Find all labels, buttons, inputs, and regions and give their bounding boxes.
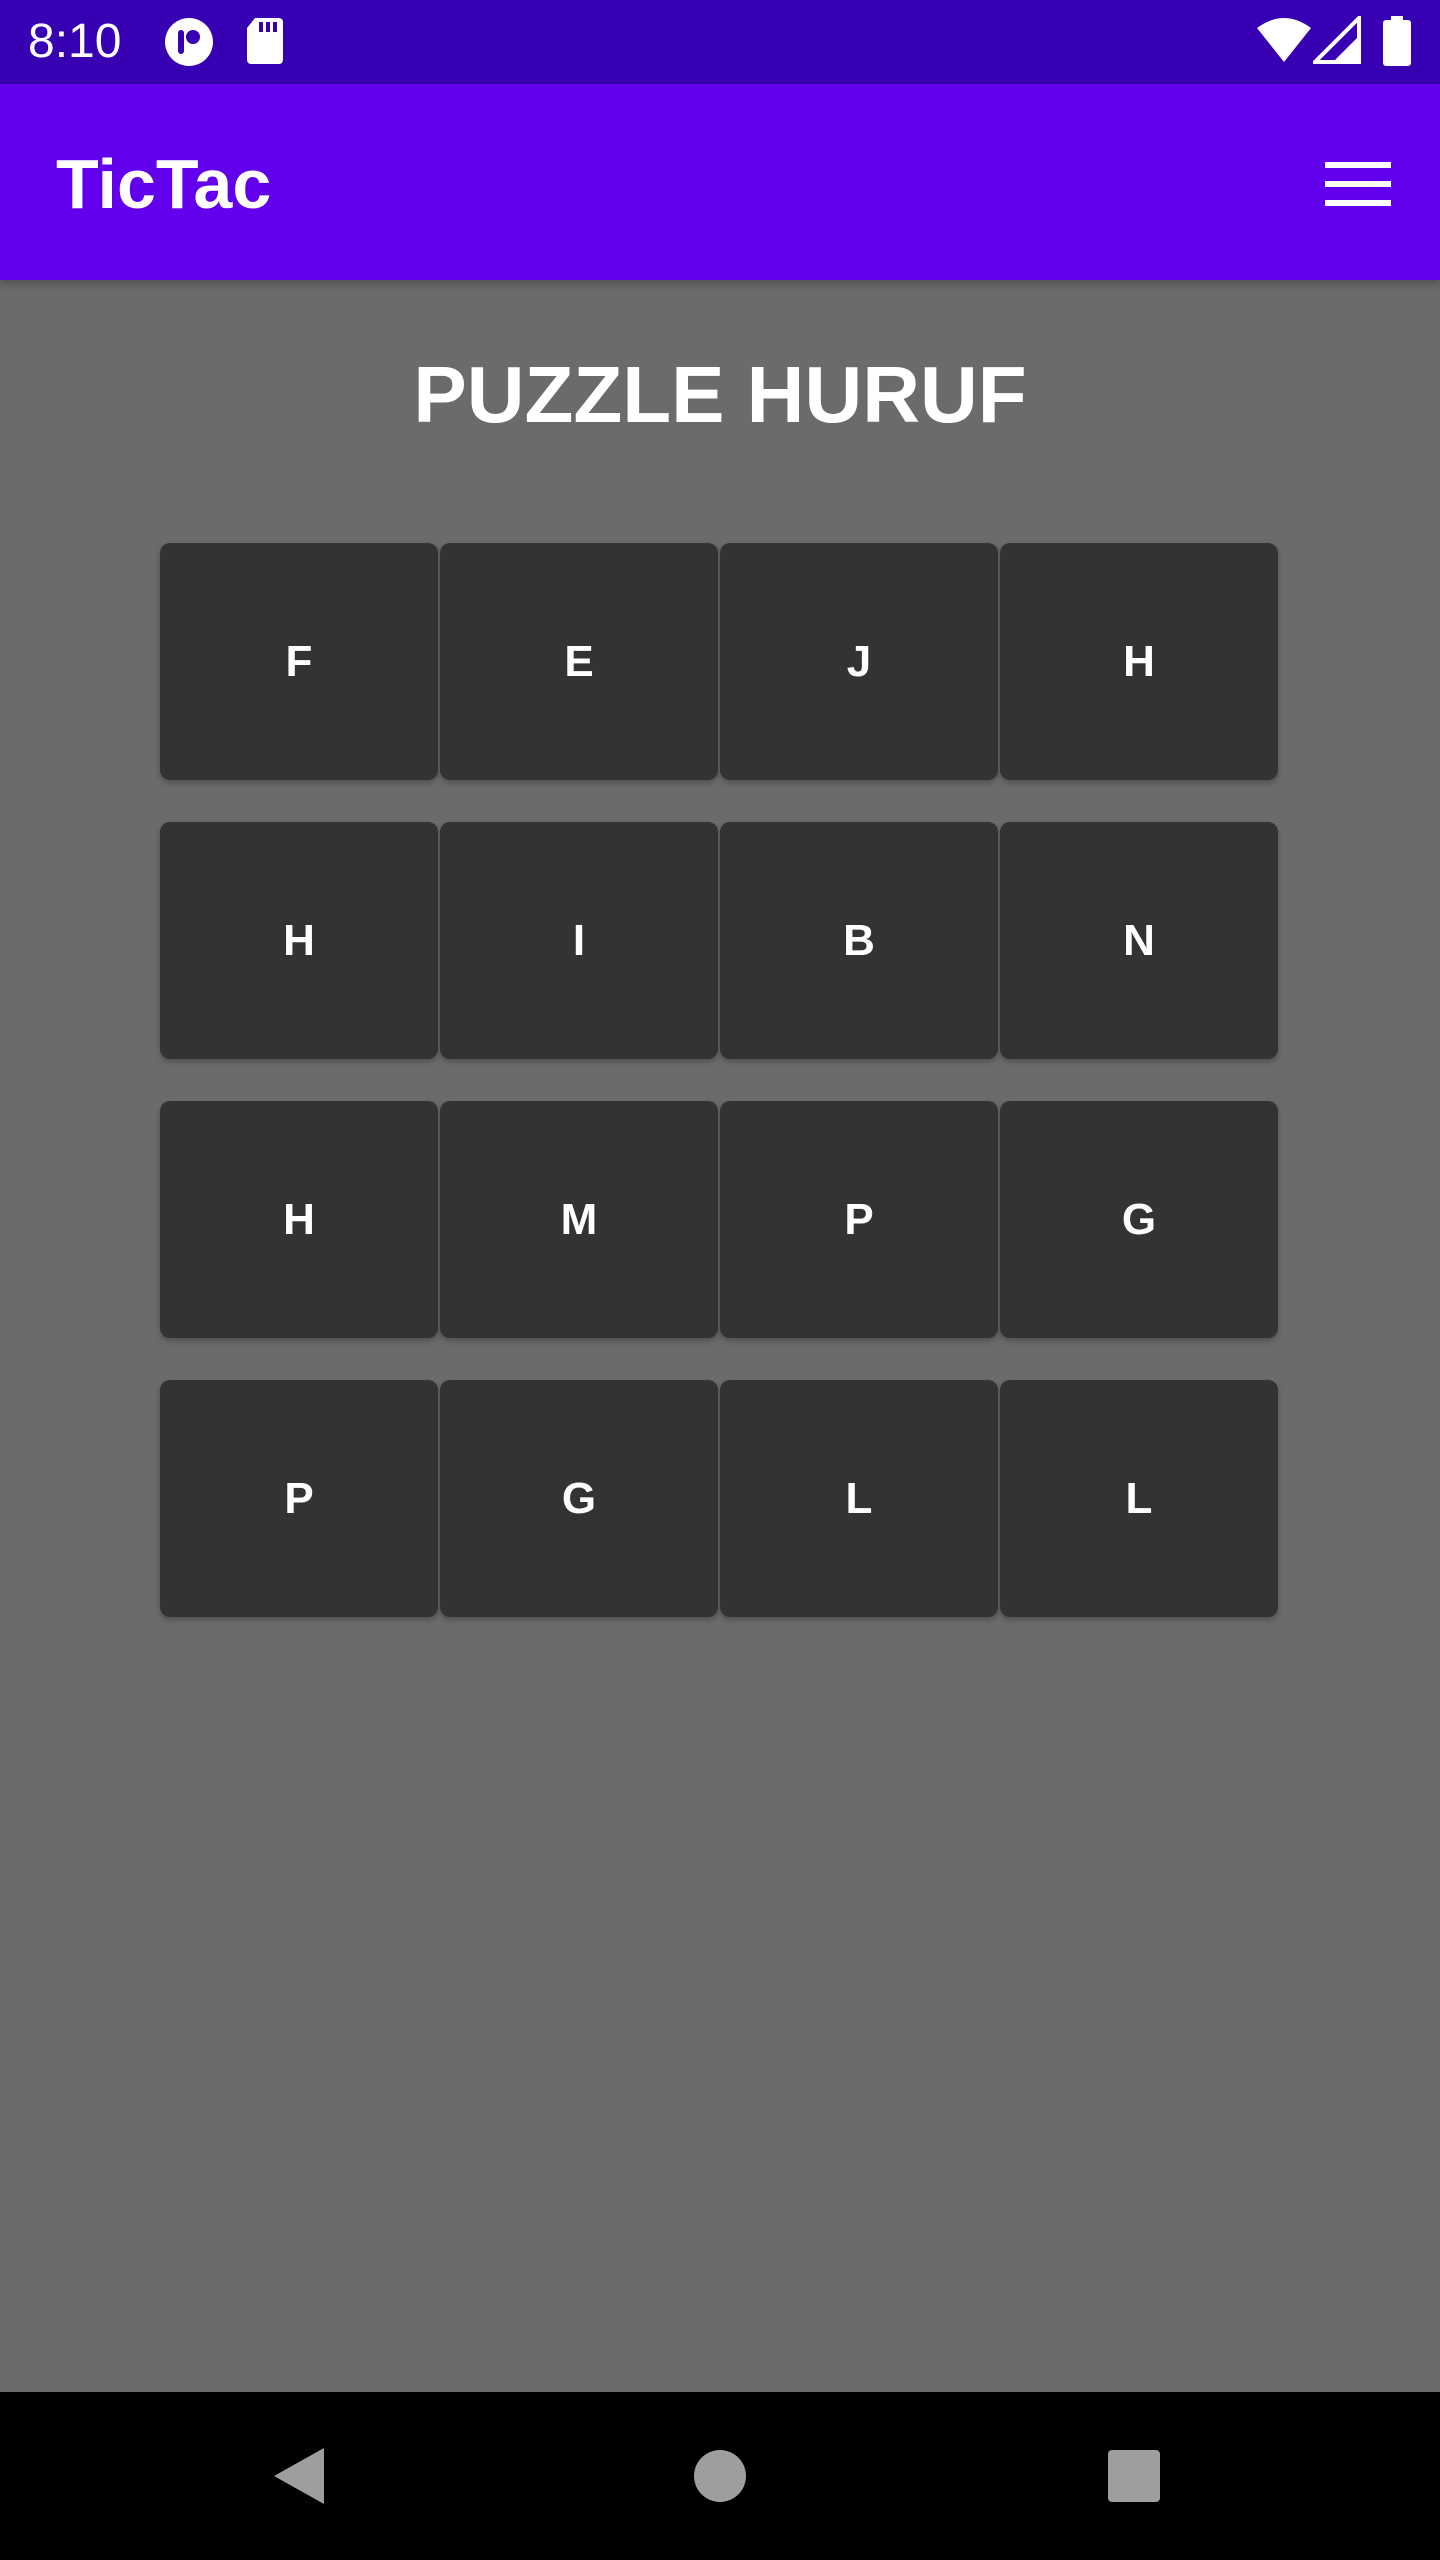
grid-row: H I B N: [160, 822, 1280, 1059]
battery-icon: [1382, 16, 1412, 68]
page-title: PUZZLE HURUF: [413, 350, 1027, 439]
letter-tile[interactable]: G: [440, 1380, 718, 1617]
letter-tile[interactable]: B: [720, 822, 998, 1059]
back-icon[interactable]: [254, 2430, 346, 2522]
letter-tile[interactable]: P: [160, 1380, 438, 1617]
signal-icon: [1310, 13, 1361, 68]
letter-tile[interactable]: H: [1000, 543, 1278, 780]
sd-card-icon: [245, 16, 297, 68]
grid-row: P G L L: [160, 1380, 1280, 1617]
letter-tile[interactable]: L: [720, 1380, 998, 1617]
app-bar: TicTac: [0, 84, 1440, 280]
wifi-icon: [1255, 16, 1313, 68]
letter-tile[interactable]: F: [160, 543, 438, 780]
letter-grid: F E J H H I B N H M P G P G L L: [160, 543, 1280, 1659]
letter-tile[interactable]: L: [1000, 1380, 1278, 1617]
grid-row: H M P G: [160, 1101, 1280, 1338]
letter-tile[interactable]: G: [1000, 1101, 1278, 1338]
status-time: 8:10: [28, 15, 122, 68]
app-title: TicTac: [56, 145, 272, 223]
letter-tile[interactable]: I: [440, 822, 718, 1059]
letter-tile[interactable]: P: [720, 1101, 998, 1338]
letter-tile[interactable]: H: [160, 822, 438, 1059]
letter-tile[interactable]: E: [440, 543, 718, 780]
letter-tile[interactable]: H: [160, 1101, 438, 1338]
notification-app-icon: [163, 16, 215, 68]
recents-icon[interactable]: [1088, 2430, 1180, 2522]
letter-tile[interactable]: J: [720, 543, 998, 780]
home-icon[interactable]: [674, 2430, 766, 2522]
letter-tile[interactable]: M: [440, 1101, 718, 1338]
grid-row: F E J H: [160, 543, 1280, 780]
navigation-bar: [0, 2392, 1440, 2560]
letter-tile[interactable]: N: [1000, 822, 1278, 1059]
hamburger-menu-icon[interactable]: [1316, 142, 1400, 226]
status-bar: 8:10: [0, 0, 1440, 84]
